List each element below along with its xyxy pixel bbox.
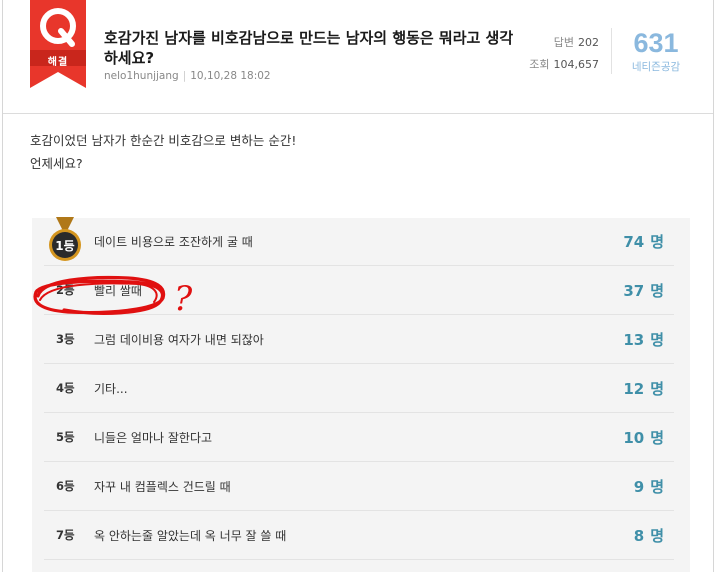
question-title[interactable]: 호감가진 남자를 비호감남으로 만드는 남자의 행동은 뭐라고 생각하세요? xyxy=(104,28,524,68)
poll-vote-count: 37 명 xyxy=(623,280,664,301)
poll-option-text: 그럼 데이비용 여자가 내면 되잖아 xyxy=(94,333,264,347)
poll-option-text: 자꾸 내 컴플렉스 건드릴 때 xyxy=(94,480,231,494)
stats-divider xyxy=(611,28,612,74)
body-line: 호감이었던 남자가 한순간 비호감으로 변하는 순간! xyxy=(30,133,297,148)
vote-unit: 명 xyxy=(650,429,664,447)
poll-row[interactable]: 5등 니들은 얼마나 잘한다고 10 명 xyxy=(44,414,674,462)
question-meta: nelo1hunjjang | 10,10,28 18:02 xyxy=(104,70,271,82)
medal-rank-text: 1등 xyxy=(55,239,74,253)
poll-vote-count: 12 명 xyxy=(623,378,664,399)
question-stats: 답변 202 조회 104,657 xyxy=(523,32,599,76)
poll-rank: 7등 xyxy=(56,528,75,542)
empathy-label: 네티즌공감 xyxy=(631,61,681,73)
vote-number: 74 xyxy=(623,233,645,251)
vote-unit: 명 xyxy=(650,380,664,398)
vote-unit: 명 xyxy=(650,331,664,349)
views-count: 104,657 xyxy=(553,58,600,71)
poll-option-text: 니들은 얼마나 잘한다고 xyxy=(94,431,213,445)
answers-stat: 답변 202 xyxy=(523,32,599,54)
q-badge-icon xyxy=(30,0,86,88)
meta-separator: | xyxy=(182,70,187,82)
vote-unit: 명 xyxy=(650,233,664,251)
views-label: 조회 xyxy=(529,58,550,71)
vote-number: 13 xyxy=(623,331,645,349)
question-panel: 해결 호감가진 남자를 비호감남으로 만드는 남자의 행동은 뭐라고 생각하세요… xyxy=(2,0,714,572)
poll-rank: 4등 xyxy=(56,381,75,395)
vote-unit: 명 xyxy=(650,478,664,496)
answers-label: 답변 xyxy=(553,36,574,49)
vote-number: 12 xyxy=(623,380,645,398)
poll-row[interactable]: 7등 옥 안하는줄 알았는데 옥 너무 잘 쓸 때 8명 xyxy=(44,512,674,560)
gold-medal-icon: 1등 xyxy=(49,217,81,261)
poll-option-text: 빨리 쌀때 xyxy=(94,284,142,298)
views-stat: 조회 104,657 xyxy=(523,54,599,76)
question-body: 호감이었던 남자가 한순간 비호감으로 변하는 순간! 언제세요? xyxy=(30,129,296,175)
vote-number: 10 xyxy=(623,429,645,447)
poll-rank: 3등 xyxy=(56,332,75,346)
poll-rank: 6등 xyxy=(56,479,75,493)
poll-row[interactable]: 2등 빨리 쌀때 37 명 xyxy=(44,267,674,315)
poll-vote-count: 10 명 xyxy=(623,427,664,448)
poll-vote-count: 13 명 xyxy=(623,329,664,350)
vote-number: 37 xyxy=(623,282,645,300)
poll-option-text: 옥 안하는줄 알았는데 옥 너무 잘 쓸 때 xyxy=(94,529,287,543)
vote-number: 9 xyxy=(633,478,645,496)
poll-vote-count: 74 명 xyxy=(623,231,664,252)
poll-option-text: 기타... xyxy=(94,382,128,396)
header-divider xyxy=(3,113,713,114)
poll-row[interactable]: 4등 기타... 12 명 xyxy=(44,365,674,413)
poll-option-text: 데이트 비용으로 조잔하게 굴 때 xyxy=(94,235,253,249)
vote-unit: 명 xyxy=(650,527,664,545)
poll-vote-count: 8명 xyxy=(634,525,664,546)
badge-status-label: 해결 xyxy=(47,57,69,68)
poll-vote-count: 9명 xyxy=(634,476,664,497)
answers-count: 202 xyxy=(578,36,599,49)
poll-rank: 5등 xyxy=(56,430,75,444)
solved-badge: 해결 xyxy=(30,0,86,90)
vote-number: 8 xyxy=(633,527,645,545)
author-link[interactable]: nelo1hunjjang xyxy=(104,70,179,82)
vote-unit: 명 xyxy=(650,282,664,300)
poll-results: 1등 데이트 비용으로 조잔하게 굴 때 74 명 2등 빨리 쌀때 37 명 3등… xyxy=(32,217,690,572)
poll-rank: 2등 xyxy=(56,283,75,297)
body-line: 언제세요? xyxy=(30,156,83,171)
poll-row[interactable]: 6등 자꾸 내 컴플렉스 건드릴 때 9명 xyxy=(44,463,674,511)
post-date: 10,10,28 18:02 xyxy=(190,70,271,82)
empathy-count: 631 xyxy=(633,28,679,58)
empathy-button[interactable]: 631 네티즌공감 xyxy=(621,27,691,74)
poll-row[interactable]: 3등 그럼 데이비용 여자가 내면 되잖아 13 명 xyxy=(44,316,674,364)
poll-row[interactable]: 1등 데이트 비용으로 조잔하게 굴 때 74 명 xyxy=(44,217,674,266)
